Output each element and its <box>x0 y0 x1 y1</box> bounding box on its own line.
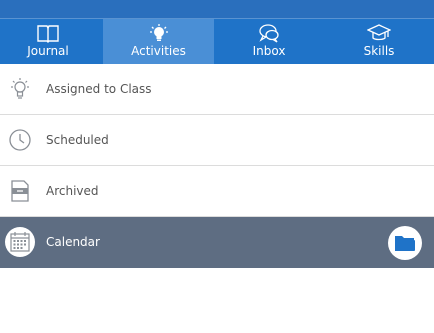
status-bar <box>0 0 434 18</box>
tab-skills-label: Skills <box>363 44 395 58</box>
list-item-label: Scheduled <box>46 133 109 147</box>
lightbulb-icon <box>11 78 29 99</box>
list-item-calendar[interactable]: Calendar <box>0 217 434 268</box>
tab-journal-label: Journal <box>27 44 69 58</box>
archive-box-icon <box>11 180 29 202</box>
list-item-label: Calendar <box>46 235 100 249</box>
open-folder-button[interactable] <box>388 226 422 260</box>
tab-bar: Journal Activities Inbox Skills <box>0 19 434 64</box>
graduation-cap-icon <box>367 24 391 41</box>
tab-activities-label: Activities <box>131 44 186 58</box>
activities-list: Assigned to Class Scheduled Archived Cal… <box>0 64 434 268</box>
tab-inbox[interactable]: Inbox <box>221 19 317 64</box>
list-item-assigned-to-class[interactable]: Assigned to Class <box>0 64 434 115</box>
tab-inbox-label: Inbox <box>252 44 286 58</box>
book-icon <box>37 25 59 43</box>
list-item-scheduled[interactable]: Scheduled <box>0 115 434 166</box>
tab-skills[interactable]: Skills <box>331 19 427 64</box>
calendar-icon <box>10 232 30 252</box>
list-item-archived[interactable]: Archived <box>0 166 434 217</box>
tab-journal[interactable]: Journal <box>0 19 96 64</box>
list-item-label: Assigned to Class <box>46 82 152 96</box>
list-item-label: Archived <box>46 184 99 198</box>
lightbulb-icon <box>149 24 168 41</box>
tab-activities[interactable]: Activities <box>103 19 214 64</box>
folder-icon <box>395 236 415 251</box>
clock-icon <box>9 129 31 151</box>
calendar-icon-badge <box>5 227 35 257</box>
chat-bubbles-icon <box>259 24 279 43</box>
